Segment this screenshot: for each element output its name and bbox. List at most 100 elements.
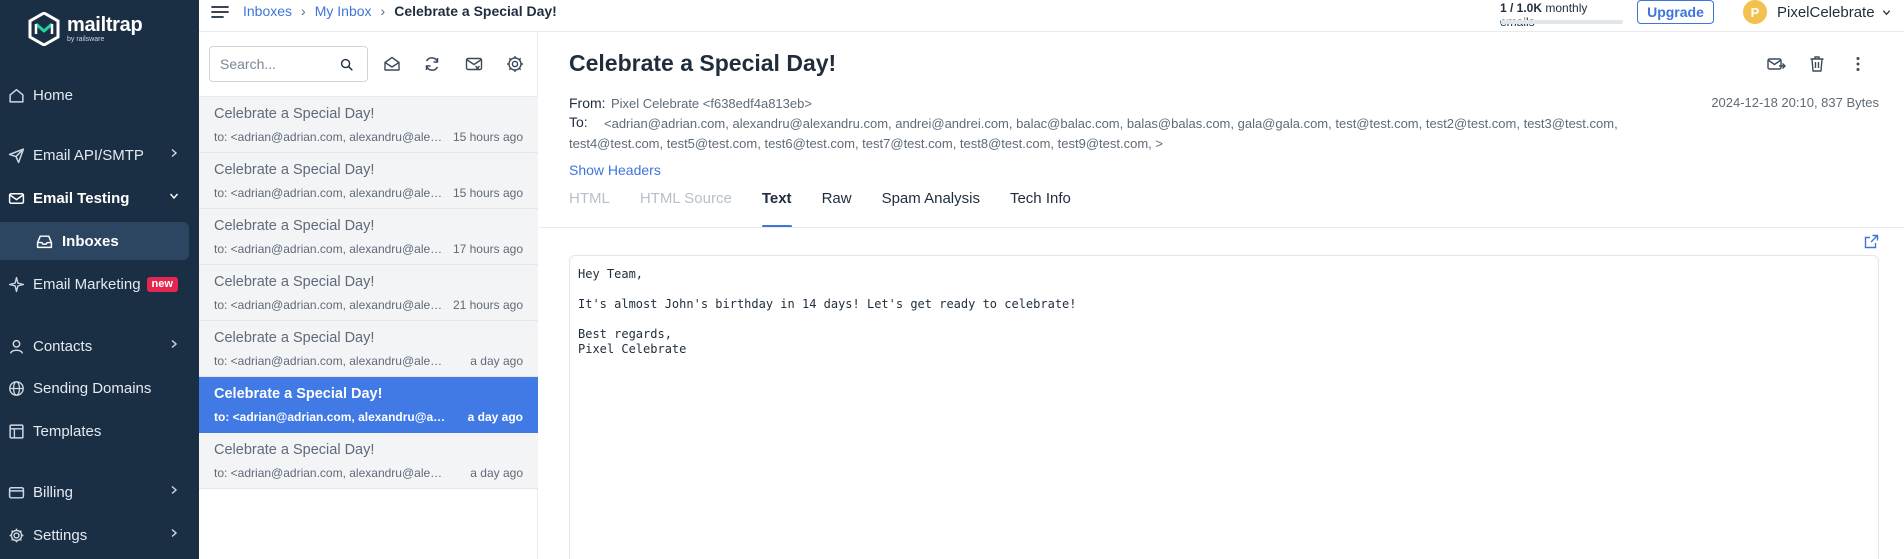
sidebar-item-label: Inboxes bbox=[62, 232, 119, 250]
message-time: 15 hours ago bbox=[452, 186, 523, 200]
breadcrumb-separator: › bbox=[301, 3, 306, 19]
tab-raw[interactable]: Raw bbox=[822, 190, 852, 228]
show-headers-link[interactable]: Show Headers bbox=[569, 162, 661, 178]
message-list-item[interactable]: Celebrate a Special Day! to: <adrian@adr… bbox=[199, 153, 538, 209]
sidebar-item-email-marketing[interactable]: Email Marketing new bbox=[0, 266, 199, 302]
avatar: P bbox=[1743, 0, 1767, 24]
inbox-settings-icon[interactable] bbox=[505, 54, 525, 74]
tab-html[interactable]: HTML bbox=[569, 190, 610, 228]
sidebar-item-sending-domains[interactable]: Sending Domains bbox=[0, 370, 199, 406]
message-time: 15 hours ago bbox=[452, 130, 523, 144]
home-icon bbox=[9, 88, 24, 103]
sidebar-item-label: Billing bbox=[33, 483, 74, 501]
message-recipients: to: <adrian@adrian.com, alexandru@alexan… bbox=[214, 186, 448, 200]
search-box[interactable] bbox=[209, 46, 368, 82]
message-subject: Celebrate a Special Day! bbox=[214, 330, 375, 346]
message-list-panel: Celebrate a Special Day! to: <adrian@adr… bbox=[199, 32, 538, 559]
sidebar-item-label: Email Testing bbox=[33, 189, 130, 207]
sidebar-item-templates[interactable]: Templates bbox=[0, 413, 199, 449]
open-in-new-window-icon[interactable] bbox=[1864, 234, 1879, 249]
breadcrumb: Inboxes › My Inbox › Celebrate a Special… bbox=[243, 3, 557, 19]
message-recipients: to: <adrian@adrian.com, alexandru@alexan… bbox=[214, 130, 448, 144]
message-list-item[interactable]: Celebrate a Special Day! to: <adrian@adr… bbox=[199, 209, 538, 265]
tab-spam-analysis[interactable]: Spam Analysis bbox=[882, 190, 980, 228]
to-value: <adrian@adrian.com, alexandru@alexandru.… bbox=[569, 114, 1647, 154]
brand-name: mailtrap bbox=[67, 14, 143, 36]
message-list-item-selected[interactable]: Celebrate a Special Day! to: <adrian@adr… bbox=[199, 377, 538, 433]
email-testing-icon bbox=[8, 192, 25, 204]
tab-text[interactable]: Text bbox=[761, 190, 792, 228]
sidebar-item-email-api[interactable]: Email API/SMTP bbox=[0, 137, 199, 173]
user-icon bbox=[9, 339, 24, 354]
mark-as-read-icon[interactable] bbox=[382, 54, 402, 74]
message-time: a day ago bbox=[470, 466, 523, 480]
chevron-down-icon bbox=[169, 193, 179, 200]
mailtrap-logo-icon bbox=[28, 12, 60, 46]
sidebar-item-label: Templates bbox=[33, 422, 102, 440]
brand-byline: by railsware bbox=[67, 36, 105, 43]
clear-inbox-icon[interactable] bbox=[464, 54, 484, 74]
message-recipients: to: <adrian@adrian.com, alexandru@alexan… bbox=[214, 354, 448, 368]
message-body-text: Hey Team, It's almost John's birthday in… bbox=[578, 267, 1077, 356]
more-options-icon[interactable] bbox=[1848, 54, 1868, 74]
message-subject: Celebrate a Special Day! bbox=[214, 442, 375, 458]
message-time: a day ago bbox=[467, 410, 523, 424]
message-recipients: to: <adrian@adrian.com, alexandru@alexan… bbox=[214, 466, 448, 480]
breadcrumb-inboxes[interactable]: Inboxes bbox=[243, 3, 292, 19]
refresh-icon[interactable] bbox=[422, 54, 442, 74]
message-view: Celebrate a Special Day! From: Pixel Cel… bbox=[539, 32, 1904, 559]
message-subject: Celebrate a Special Day! bbox=[214, 386, 383, 402]
globe-icon bbox=[9, 380, 24, 396]
message-subject: Celebrate a Special Day! bbox=[214, 162, 375, 178]
trash-icon[interactable] bbox=[1807, 54, 1827, 74]
chevron-right-icon bbox=[171, 148, 178, 158]
sidebar-item-label: Sending Domains bbox=[33, 379, 152, 397]
sidebar-item-contacts[interactable]: Contacts bbox=[0, 328, 199, 364]
usage-progress-bar bbox=[1500, 20, 1623, 24]
message-list-item[interactable]: Celebrate a Special Day! to: <adrian@adr… bbox=[199, 265, 538, 321]
gear-icon bbox=[9, 528, 24, 542]
message-title: Celebrate a Special Day! bbox=[569, 50, 837, 76]
sidebar-item-label: Settings bbox=[33, 526, 88, 544]
user-menu[interactable]: P PixelCelebrate bbox=[1743, 0, 1891, 24]
chevron-right-icon bbox=[171, 528, 178, 538]
message-recipients: to: <adrian@adrian.com, alexandru@alexan… bbox=[214, 410, 448, 424]
from-value: Pixel Celebrate <f638edf4a813eb> bbox=[611, 96, 812, 111]
search-icon[interactable] bbox=[340, 58, 353, 71]
chevron-right-icon bbox=[171, 485, 178, 495]
sidebar: mailtrap by railsware Home Email API/SMT… bbox=[0, 0, 199, 559]
breadcrumb-my-inbox[interactable]: My Inbox bbox=[315, 3, 372, 19]
to-line: test4@test.com, test5@test.com, test6@te… bbox=[569, 136, 1163, 151]
message-list-item[interactable]: Celebrate a Special Day! to: <adrian@adr… bbox=[199, 97, 538, 153]
sidebar-item-inboxes[interactable]: Inboxes bbox=[0, 222, 189, 260]
sidebar-item-settings[interactable]: Settings bbox=[0, 517, 199, 553]
message-subject: Celebrate a Special Day! bbox=[214, 106, 375, 122]
usage-count: 1 / 1.0K bbox=[1500, 1, 1543, 15]
message-subject: Celebrate a Special Day! bbox=[214, 218, 375, 234]
forward-email-icon[interactable] bbox=[1766, 54, 1786, 74]
message-subject: Celebrate a Special Day! bbox=[214, 274, 375, 290]
sidebar-item-home[interactable]: Home bbox=[0, 77, 199, 113]
upgrade-button[interactable]: Upgrade bbox=[1637, 0, 1714, 24]
message-list-item[interactable]: Celebrate a Special Day! to: <adrian@adr… bbox=[199, 321, 538, 377]
sidebar-item-label: Email Marketing bbox=[33, 275, 141, 293]
mailtrap-logo[interactable]: mailtrap by railsware bbox=[28, 12, 143, 46]
menu-icon[interactable] bbox=[211, 4, 229, 20]
monthly-usage: 1 / 1.0K monthly emails bbox=[1500, 1, 1624, 29]
to-line: <adrian@adrian.com, alexandru@alexandru.… bbox=[604, 116, 1618, 131]
divider bbox=[539, 227, 1904, 228]
sparkle-icon bbox=[8, 276, 25, 292]
sidebar-item-billing[interactable]: Billing bbox=[0, 474, 199, 510]
tab-html-source[interactable]: HTML Source bbox=[640, 190, 732, 228]
template-icon bbox=[9, 423, 24, 439]
tab-tech-info[interactable]: Tech Info bbox=[1010, 190, 1071, 228]
sidebar-item-label: Email API/SMTP bbox=[33, 146, 144, 164]
search-input[interactable] bbox=[220, 56, 340, 72]
message-list-item[interactable]: Celebrate a Special Day! to: <adrian@adr… bbox=[199, 433, 538, 489]
sidebar-item-email-testing[interactable]: Email Testing bbox=[0, 180, 199, 216]
message-recipients: to: <adrian@adrian.com, alexandru@alexan… bbox=[214, 242, 448, 256]
user-name: PixelCelebrate bbox=[1777, 3, 1875, 21]
new-badge: new bbox=[146, 276, 178, 292]
chevron-down-icon bbox=[1882, 9, 1890, 15]
message-time: a day ago bbox=[470, 354, 523, 368]
